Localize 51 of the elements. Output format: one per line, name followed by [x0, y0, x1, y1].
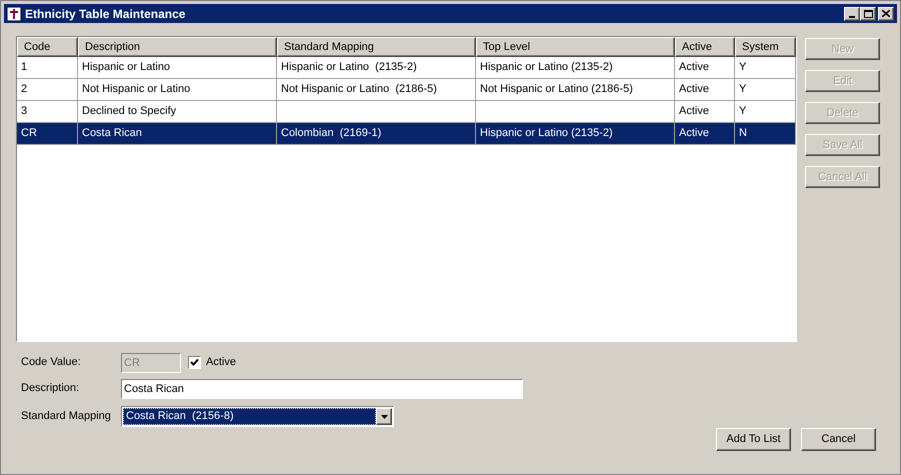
- maximize-button[interactable]: [860, 6, 876, 20]
- table-cell-text: Active: [679, 126, 709, 142]
- field-label: Description:: [21, 381, 80, 396]
- table-row[interactable]: 1 Hispanic or Latino Hispanic or Latino (2135-2) Hispanic or Latino (2135-2) Active Y: [17, 57, 796, 79]
- mapping-dropdown[interactable]: Costa Rican (2156-8): [121, 406, 394, 427]
- dialog-button[interactable]: Add To List: [716, 428, 791, 451]
- table-cell-text: 2: [21, 82, 28, 98]
- field-label: Code Value:: [21, 355, 82, 370]
- column-header[interactable]: Code: [17, 37, 78, 57]
- field-label: Standard Mapping: [21, 409, 112, 424]
- table-cell-text: Hispanic or Latino (2135-2): [480, 60, 613, 76]
- table-cell-text: Y: [739, 104, 746, 120]
- table-cell-text: Colombian (2169-1): [281, 126, 382, 142]
- table-cell-text: Active: [679, 104, 709, 120]
- table-cell-text: CR: [21, 126, 37, 142]
- table-cell-text: Hispanic or Latino (2135-2): [281, 60, 417, 76]
- table-row[interactable]: 3 Declined to Specify Active Y: [17, 101, 796, 123]
- cross-icon: [7, 6, 21, 20]
- table-cell-text: N: [739, 126, 747, 142]
- table-cell-text: 1: [21, 60, 28, 76]
- table-row[interactable]: 2 Not Hispanic or Latino Not Hispanic or Latino (2186-5) Not Hispanic or Latino (2186-5) Active Y: [17, 79, 796, 101]
- table-cell-text: Hispanic or Latino (2135-2): [480, 126, 613, 142]
- column-header[interactable]: Description: [78, 37, 277, 57]
- checkbox-label: Active: [206, 355, 236, 370]
- minimize-button[interactable]: [844, 6, 860, 20]
- table-cell-text: 3: [21, 104, 28, 120]
- close-button[interactable]: [878, 6, 894, 20]
- table-cell-text: Not Hispanic or Latino (2186-5): [281, 82, 437, 98]
- table-cell-text: Declined to Specify: [82, 104, 176, 120]
- table-cell-text: Hispanic or Latino: [82, 60, 170, 76]
- table-cell-text: Active: [679, 82, 709, 98]
- column-header[interactable]: Active: [675, 37, 735, 57]
- table-cell-text: Active: [679, 60, 709, 76]
- table-row[interactable]: CR Costa Rican Colombian (2169-1) Hispanic or Latino (2135-2) Active N: [17, 123, 796, 145]
- window-title: Ethnicity Table Maintenance: [25, 6, 186, 22]
- dialog-button[interactable]: Cancel: [801, 428, 876, 451]
- column-header[interactable]: Top Level: [476, 37, 675, 57]
- column-header[interactable]: System: [735, 37, 796, 57]
- check-icon: [190, 358, 199, 367]
- description-field[interactable]: Costa Rican: [121, 378, 523, 398]
- minimize-icon: [849, 16, 855, 18]
- table-cell-text: Y: [739, 60, 746, 76]
- column-header[interactable]: Standard Mapping: [277, 37, 476, 57]
- dropdown-arrow-icon: [380, 414, 388, 418]
- table-cell-text: Not Hispanic or Latino (2186-5): [480, 82, 633, 98]
- table-cell-text: Not Hispanic or Latino: [82, 82, 190, 98]
- table-cell-text: Costa Rican: [82, 126, 142, 142]
- table-cell-text: Y: [739, 82, 746, 98]
- close-icon: [882, 10, 890, 17]
- checkbox[interactable]: [188, 356, 201, 369]
- maximize-icon: [864, 10, 872, 18]
